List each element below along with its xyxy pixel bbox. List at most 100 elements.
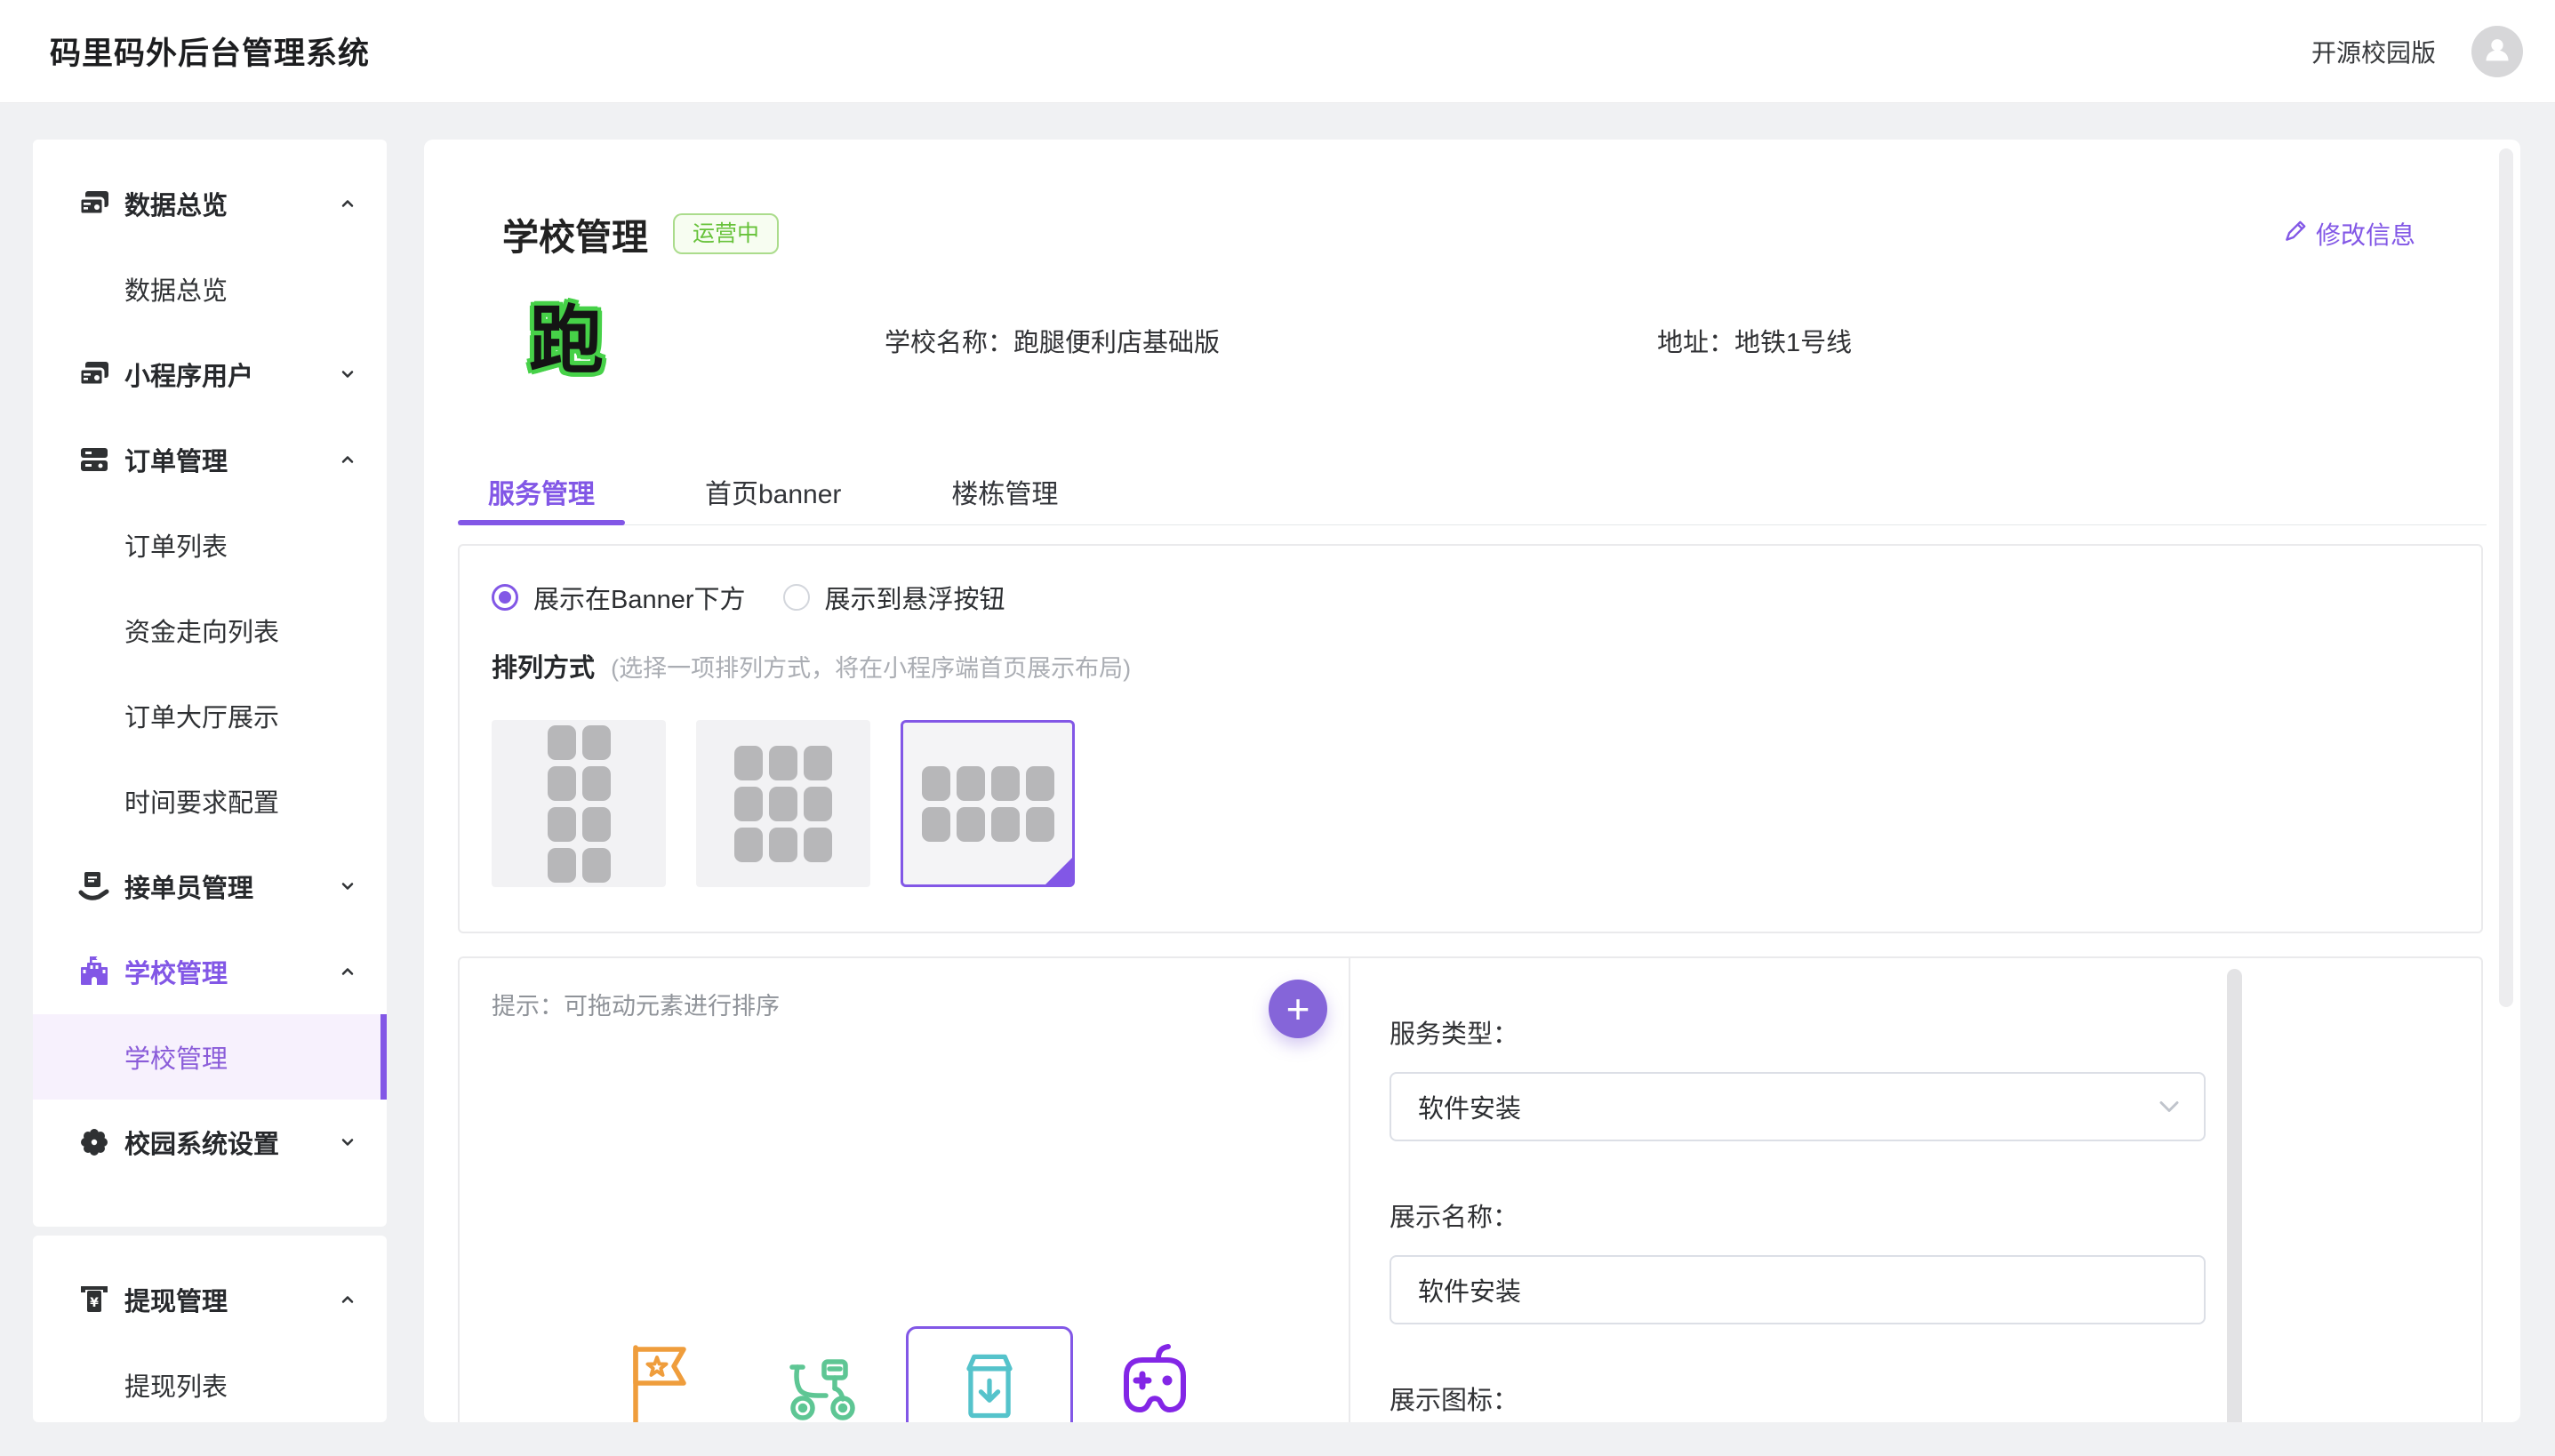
display-options-panel: 展示在Banner下方 展示到悬浮按钮 排列方式 (选择一项排列方式，将在小程序… <box>458 544 2483 933</box>
display-icon-label: 展示图标： <box>1390 1380 2250 1417</box>
order-taker-icon <box>77 869 111 903</box>
user-avatar[interactable] <box>2471 26 2523 77</box>
form-scrollbar[interactable] <box>2227 969 2242 1422</box>
sidebar-item-label: 资金走向列表 <box>124 612 279 649</box>
top-bar: 码里码外后台管理系统 开源校园版 <box>0 0 2555 103</box>
sidebar-item-school-management-sub[interactable]: 学校管理 <box>33 1014 387 1100</box>
pencil-icon <box>2282 218 2309 251</box>
sidebar-item-funds-flow-list[interactable]: 资金走向列表 <box>33 588 387 673</box>
status-badge: 运营中 <box>673 213 779 254</box>
edit-info-label: 修改信息 <box>2316 216 2415 252</box>
page-title: 学校管理 <box>502 207 648 260</box>
sidebar-item-order-taker-management[interactable]: 接单员管理 <box>33 844 387 929</box>
radio-dot <box>783 584 810 611</box>
person-icon <box>2479 31 2515 71</box>
sidebar-item-data-overview[interactable]: 数据总览 <box>33 161 387 246</box>
chevron-down-icon <box>2156 1093 2183 1120</box>
chevron-up-icon <box>339 963 356 980</box>
layout-option-2x4[interactable] <box>492 720 666 887</box>
school-icon <box>77 955 111 988</box>
radio-label: 展示在Banner下方 <box>533 579 746 616</box>
service-item-package-selected[interactable] <box>906 1326 1073 1422</box>
delivery-scooter-icon <box>778 1344 863 1422</box>
arrangement-note: (选择一项排列方式，将在小程序端首页展示布局) <box>611 655 1131 682</box>
display-name-label: 展示名称： <box>1390 1196 2250 1234</box>
sidebar-item-miniprogram-users[interactable]: 小程序用户 <box>33 332 387 417</box>
chevron-up-icon <box>339 195 356 212</box>
sidebar-item-campus-system-settings[interactable]: 校园系统设置 <box>33 1100 387 1185</box>
school-logo: 跑 <box>522 298 611 383</box>
layout-thumbnail-4x2 <box>922 766 1054 842</box>
sidebar-item-order-hall-display[interactable]: 订单大厅展示 <box>33 673 387 758</box>
sidebar-item-label: 订单列表 <box>124 526 228 564</box>
sidebar-item-label: 数据总览 <box>124 185 228 222</box>
service-type-value: 软件安装 <box>1418 1088 1521 1125</box>
school-name: 学校名称：跑腿便利店基础版 <box>885 322 1220 359</box>
sidebar-item-data-overview-sub[interactable]: 数据总览 <box>33 246 387 332</box>
service-type-select[interactable]: 软件安装 <box>1390 1072 2206 1141</box>
service-form: 服务类型： 软件安装 展示名称： 展示图标： <box>1352 958 2250 1422</box>
sidebar-item-label: 数据总览 <box>124 270 228 308</box>
page-scrollbar[interactable] <box>2499 148 2513 1007</box>
order-management-icon <box>77 443 111 476</box>
radio-show-floating-button[interactable]: 展示到悬浮按钮 <box>783 579 1005 616</box>
sidebar-item-time-requirement-config[interactable]: 时间要求配置 <box>33 758 387 844</box>
gamepad-icon <box>1110 1340 1199 1422</box>
radio-show-below-banner[interactable]: 展示在Banner下方 <box>492 579 746 616</box>
radio-label: 展示到悬浮按钮 <box>825 579 1005 616</box>
layout-thumbnail-2x4 <box>548 725 611 883</box>
sidebar-item-order-management[interactable]: 订单管理 <box>33 417 387 502</box>
tab-home-banner[interactable]: 首页banner <box>675 472 871 524</box>
arrangement-title: 排列方式 <box>492 654 595 683</box>
sidebar-item-label: 校园系统设置 <box>124 1124 279 1161</box>
drag-hint: 提示：可拖动元素进行排序 <box>492 987 780 1021</box>
tab-service-management[interactable]: 服务管理 <box>458 472 625 524</box>
service-item-flag[interactable] <box>616 1337 701 1422</box>
withdrawal-icon: ¥ <box>77 1283 111 1316</box>
chevron-up-icon <box>339 451 356 468</box>
service-item-gamepad[interactable] <box>1110 1340 1199 1422</box>
sidebar-item-label: 订单管理 <box>124 441 228 478</box>
sidebar-item-label: 学校管理 <box>124 1038 228 1076</box>
sidebar-item-label: 接单员管理 <box>124 868 253 905</box>
service-sort-panel: 提示：可拖动元素进行排序 + <box>460 958 1350 1422</box>
chevron-up-icon <box>339 1291 356 1308</box>
edit-info-link[interactable]: 修改信息 <box>2282 216 2415 252</box>
tab-bar: 服务管理 首页banner 楼栋管理 <box>458 472 2487 525</box>
sidebar-main: 数据总览 数据总览 小程序用户 订单管理 订单列表 资金走向列表 订单大厅展示 … <box>33 140 387 1227</box>
sidebar-item-label: 订单大厅展示 <box>124 697 279 734</box>
sidebar-item-withdrawal-management[interactable]: ¥ 提现管理 <box>33 1257 387 1342</box>
display-name-input[interactable] <box>1390 1255 2206 1324</box>
sidebar-item-label: 小程序用户 <box>124 356 253 393</box>
chevron-down-icon <box>339 877 356 895</box>
chevron-down-icon <box>339 1133 356 1151</box>
sidebar-item-order-list[interactable]: 订单列表 <box>33 502 387 588</box>
sidebar-item-label: 时间要求配置 <box>124 782 279 820</box>
sidebar-item-withdrawal-list[interactable]: 提现列表 <box>33 1342 387 1422</box>
school-address: 地址：地铁1号线 <box>1657 322 1852 359</box>
campus-settings-icon <box>77 1125 111 1159</box>
tab-building-management[interactable]: 楼栋管理 <box>921 472 1088 524</box>
sidebar-item-label: 提现列表 <box>124 1366 228 1404</box>
radio-dot <box>492 584 518 611</box>
layout-option-4x2-selected[interactable] <box>901 720 1075 887</box>
svg-text:¥: ¥ <box>90 1296 99 1310</box>
service-item-scooter[interactable] <box>778 1344 863 1422</box>
sidebar-item-label: 提现管理 <box>124 1281 228 1318</box>
package-download-icon <box>949 1343 1030 1422</box>
layout-option-3x3[interactable] <box>696 720 870 887</box>
sidebar-item-label: 学校管理 <box>124 953 228 990</box>
mini-program-users-icon <box>77 357 111 391</box>
service-editor-panel: 提示：可拖动元素进行排序 + <box>458 956 2483 1422</box>
plus-icon: + <box>1286 988 1310 1029</box>
sidebar-item-school-management[interactable]: 学校管理 <box>33 929 387 1014</box>
data-overview-icon <box>77 187 111 220</box>
edition-label: 开源校园版 <box>2311 34 2436 69</box>
sidebar-secondary: ¥ 提现管理 提现列表 <box>33 1236 387 1422</box>
service-type-label: 服务类型： <box>1390 1013 2250 1051</box>
flag-icon <box>616 1337 701 1422</box>
chevron-down-icon <box>339 365 356 383</box>
app-title: 码里码外后台管理系统 <box>50 28 370 74</box>
layout-thumbnail-3x3 <box>734 746 832 862</box>
add-service-button[interactable]: + <box>1269 980 1327 1038</box>
